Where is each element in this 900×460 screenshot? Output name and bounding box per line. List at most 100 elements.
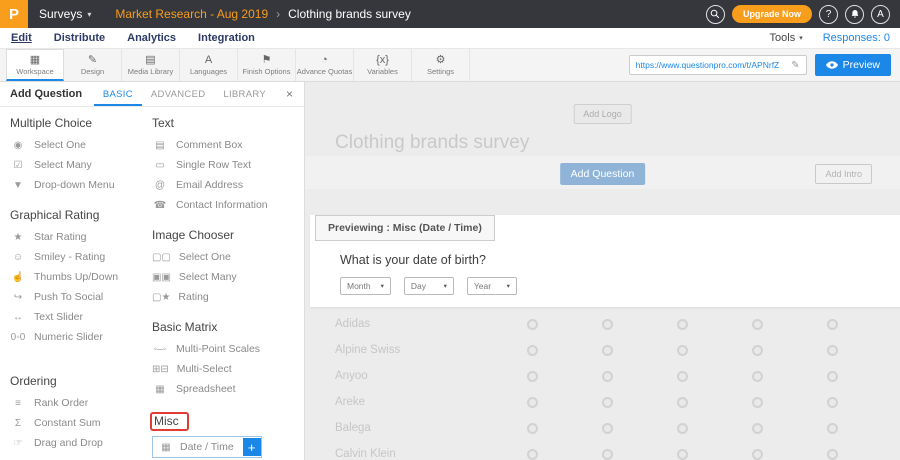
surveys-menu[interactable]: Surveys ▾: [28, 0, 105, 28]
question-type-item[interactable]: ◉ Select One: [10, 135, 152, 155]
tools-menu[interactable]: Tools ▾: [770, 32, 803, 44]
toolbar-item-variables[interactable]: {x} Variables: [354, 49, 412, 81]
panel-tab-library[interactable]: LIBRARY: [214, 82, 275, 106]
panel-tab-basic[interactable]: BASIC: [94, 82, 142, 106]
radio-button[interactable]: [752, 345, 763, 356]
radio-button[interactable]: [752, 319, 763, 330]
question-type-item[interactable]: ☝ Thumbs Up/Down: [10, 267, 152, 287]
radio-button[interactable]: [527, 397, 538, 408]
question-type-item[interactable]: ▦ Spreadsheet: [152, 379, 304, 399]
question-type-date-time[interactable]: ▦ Date / Time +: [152, 436, 262, 458]
panel-title: Add Question: [0, 82, 82, 106]
radio-button[interactable]: [752, 397, 763, 408]
question-type-item[interactable]: ▼ Drop-down Menu: [10, 175, 152, 195]
radio-button[interactable]: [827, 449, 838, 460]
tab-integration[interactable]: Integration: [187, 28, 266, 48]
question-type-item[interactable]: ★ Star Rating: [10, 227, 152, 247]
radio-button[interactable]: [602, 449, 613, 460]
radio-button[interactable]: [527, 319, 538, 330]
add-question-button[interactable]: Add Question: [560, 163, 646, 185]
radio-button[interactable]: [827, 423, 838, 434]
toolbar-item-design[interactable]: ✎ Design: [64, 49, 122, 81]
question-type-item[interactable]: ◦–◦ Multi-Point Scales: [152, 339, 304, 359]
radio-button[interactable]: [677, 423, 688, 434]
question-type-item[interactable]: ☞ Drag and Drop: [10, 433, 152, 453]
question-type-item[interactable]: ⊞⊟ Multi-Select: [152, 359, 304, 379]
question-type-item[interactable]: 0◦0 Numeric Slider: [10, 327, 152, 347]
radio-button[interactable]: [752, 449, 763, 460]
add-intro-button[interactable]: Add Intro: [815, 164, 872, 184]
radio-button[interactable]: [602, 345, 613, 356]
matrix-row: Anyoo: [305, 363, 900, 389]
help-button[interactable]: ?: [819, 5, 838, 24]
question-type-item[interactable]: ↪ Push To Social: [10, 287, 152, 307]
avatar[interactable]: A: [871, 5, 890, 24]
toolbar-item-label: Workspace: [16, 67, 53, 76]
radio-button[interactable]: [527, 371, 538, 382]
image-select-many-icon: ▣▣: [152, 272, 171, 283]
radio-button[interactable]: [827, 319, 838, 330]
date-part-select[interactable]: Month ▾: [340, 277, 391, 295]
survey-url-field[interactable]: https://www.questionpro.com/t/APNrfZ ✎: [629, 55, 807, 75]
question-type-item[interactable]: ▢★ Rating: [152, 287, 304, 307]
radio-button[interactable]: [677, 371, 688, 382]
radio-button[interactable]: [677, 397, 688, 408]
question-type-item[interactable]: ▢▢ Select One: [152, 247, 304, 267]
tab-analytics[interactable]: Analytics: [116, 28, 187, 48]
toolbar-item-finish-options[interactable]: ⚑ Finish Options: [238, 49, 296, 81]
topbar: P Surveys ▾ Market Research - Aug 2019 ›…: [0, 0, 900, 28]
responses-count[interactable]: Responses: 0: [823, 32, 890, 44]
tab-edit[interactable]: Edit: [0, 28, 43, 48]
question-type-item[interactable]: ▭ Single Row Text: [152, 155, 304, 175]
toolbar-item-advance-quotas[interactable]: ◔ Advance Quotas: [296, 49, 354, 81]
group-header: Image Chooser: [152, 228, 304, 242]
radio-button[interactable]: [677, 319, 688, 330]
calendar-icon: ▦: [158, 442, 174, 453]
question-type-item[interactable]: @ Email Address: [152, 175, 304, 195]
radio-button[interactable]: [527, 423, 538, 434]
radio-button[interactable]: [677, 345, 688, 356]
radio-button[interactable]: [527, 345, 538, 356]
radio-button[interactable]: [677, 449, 688, 460]
questionpro-logo[interactable]: P: [0, 0, 28, 28]
add-logo-button[interactable]: Add Logo: [573, 104, 632, 124]
question-type-item[interactable]: ≡ Rank Order: [10, 393, 152, 413]
question-group-image-chooser: Image Chooser ▢▢ Select One ▣▣ Select Ma…: [152, 228, 304, 307]
survey-canvas: Add Logo Clothing brands survey Add Ques…: [305, 82, 900, 460]
radio-button[interactable]: [602, 423, 613, 434]
survey-title[interactable]: Clothing brands survey: [335, 132, 529, 154]
radio-button[interactable]: [602, 371, 613, 382]
preview-button[interactable]: Preview: [815, 54, 891, 76]
radio-button[interactable]: [827, 345, 838, 356]
radio-button[interactable]: [602, 319, 613, 330]
tab-distribute[interactable]: Distribute: [43, 28, 116, 48]
radio-button[interactable]: [752, 371, 763, 382]
date-part-select[interactable]: Day ▾: [404, 277, 454, 295]
radio-button[interactable]: [602, 397, 613, 408]
question-type-item[interactable]: Σ Constant Sum: [10, 413, 152, 433]
search-button[interactable]: [706, 5, 725, 24]
add-date-time-button[interactable]: +: [243, 438, 261, 456]
edit-url-icon[interactable]: ✎: [791, 60, 799, 71]
single-row-text-icon: ▭: [152, 160, 168, 171]
breadcrumb-parent[interactable]: Market Research - Aug 2019: [115, 7, 268, 21]
panel-tab-advanced[interactable]: ADVANCED: [142, 82, 214, 106]
radio-button[interactable]: [527, 449, 538, 460]
toolbar-item-media-library[interactable]: ▤ Media Library: [122, 49, 180, 81]
question-type-item[interactable]: ☺ Smiley - Rating: [10, 247, 152, 267]
close-panel-button[interactable]: ×: [275, 82, 304, 106]
date-part-select[interactable]: Year ▾: [467, 277, 517, 295]
question-type-item[interactable]: ☑ Select Many: [10, 155, 152, 175]
notifications-button[interactable]: [845, 5, 864, 24]
radio-button[interactable]: [827, 397, 838, 408]
radio-button[interactable]: [827, 371, 838, 382]
question-type-item[interactable]: ▤ Comment Box: [152, 135, 304, 155]
toolbar-item-settings[interactable]: ⚙ Settings: [412, 49, 470, 81]
question-type-item[interactable]: ↔ Text Slider: [10, 307, 152, 327]
question-type-item[interactable]: ▣▣ Select Many: [152, 267, 304, 287]
upgrade-now-button[interactable]: Upgrade Now: [732, 5, 812, 23]
radio-button[interactable]: [752, 423, 763, 434]
toolbar-item-workspace[interactable]: ▦ Workspace: [6, 49, 64, 81]
question-type-item[interactable]: ☎ Contact Information: [152, 195, 304, 215]
toolbar-item-languages[interactable]: A Languages: [180, 49, 238, 81]
